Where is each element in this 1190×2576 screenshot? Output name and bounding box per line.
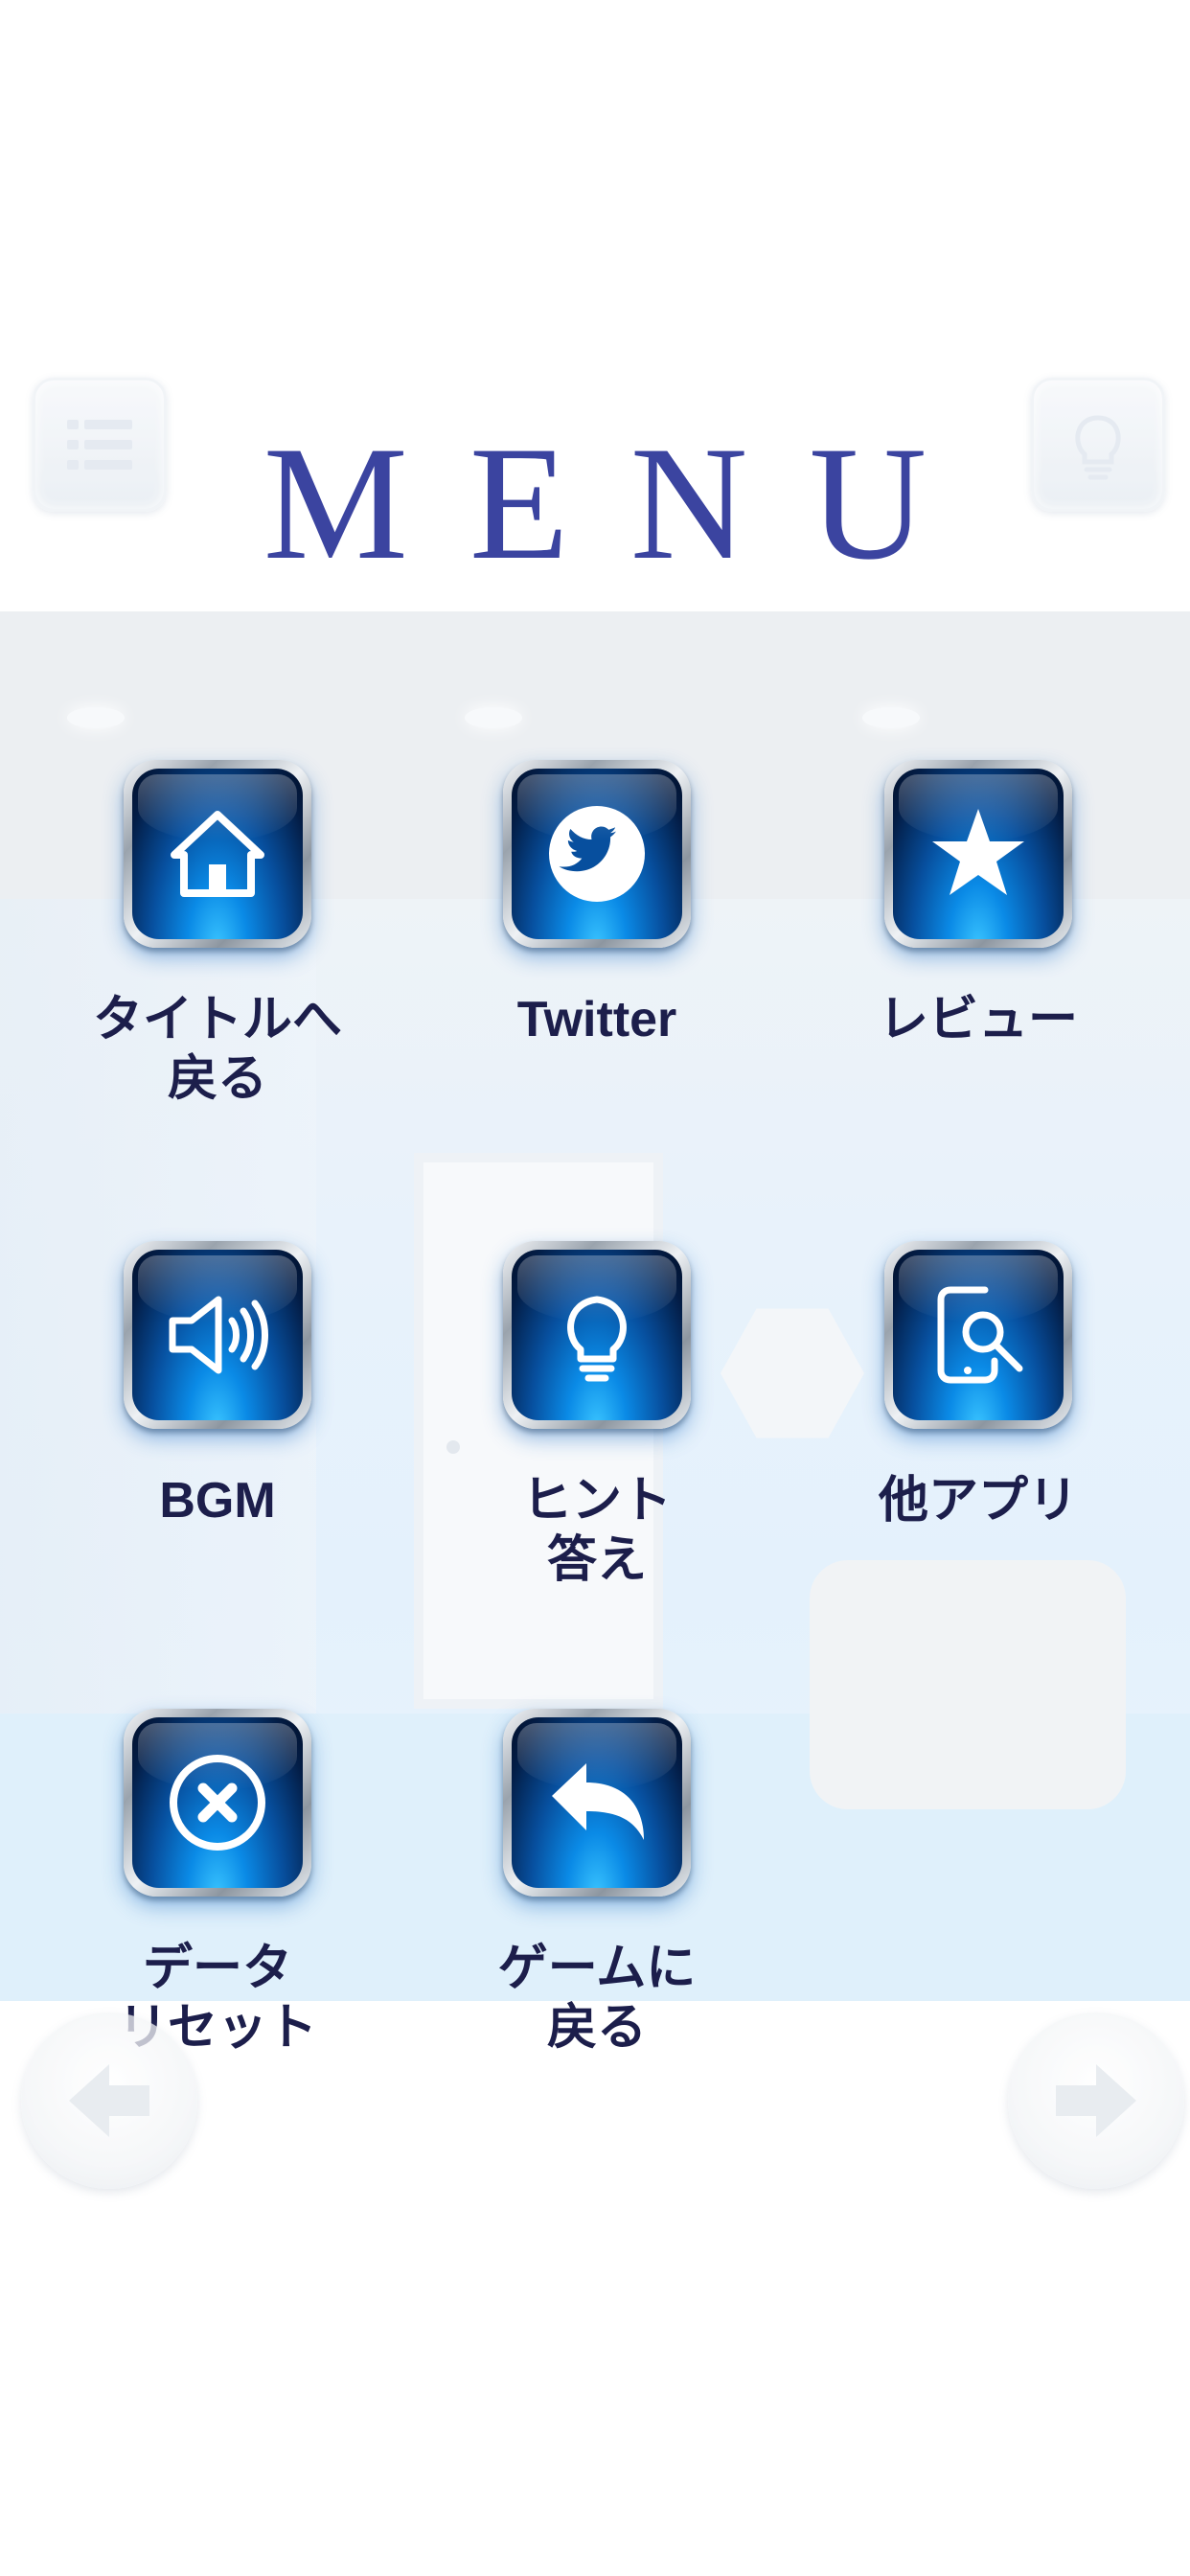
background-lamp [67, 707, 125, 728]
home-icon [171, 811, 264, 897]
arrow-left-icon [69, 2064, 149, 2137]
background-lamp [465, 707, 522, 728]
menu-item-label: タイトルへ 戻る [92, 992, 342, 1107]
menu-item-label: ゲームに 戻る [497, 1941, 697, 2056]
previous-button[interactable] [21, 2012, 197, 2189]
menu-item-back-to-game[interactable]: ゲームに 戻る [439, 1709, 755, 2058]
menu-item-button[interactable] [503, 1709, 691, 1897]
menu-item-label: レビュー [878, 992, 1078, 1047]
menu-item-button[interactable] [124, 1709, 311, 1897]
twitter-icon [549, 806, 645, 902]
menu-item-face [132, 1717, 303, 1888]
menu-item-data-reset[interactable]: データ リセット [59, 1709, 376, 2058]
menu-item-face [132, 769, 303, 939]
menu-item-button[interactable] [503, 760, 691, 948]
phone-search-icon [937, 1286, 1023, 1384]
menu-item-button[interactable] [884, 760, 1072, 948]
background-lamp [862, 707, 920, 728]
menu-item-label: 他アプリ [878, 1473, 1078, 1529]
arrow-right-icon [1056, 2064, 1136, 2137]
return-arrow-icon [552, 1763, 644, 1840]
menu-item-button[interactable] [124, 760, 311, 948]
next-button[interactable] [1008, 2012, 1184, 2189]
menu-item-label: ヒント 答え [521, 1473, 672, 1588]
menu-item-review[interactable]: レビュー [820, 760, 1136, 1049]
speaker-icon [169, 1296, 268, 1374]
menu-item-face [893, 1250, 1064, 1420]
menu-item-hint[interactable]: ヒント 答え [439, 1241, 755, 1590]
menu-item-face [512, 1250, 682, 1420]
menu-item-button[interactable] [503, 1241, 691, 1429]
menu-item-bgm[interactable]: BGM [59, 1241, 376, 1530]
menu-item-face [132, 1250, 303, 1420]
lightbulb-icon [567, 1296, 627, 1382]
menu-item-label: BGM [159, 1473, 276, 1529]
star-icon [932, 809, 1024, 895]
menu-item-button[interactable] [884, 1241, 1072, 1429]
menu-item-label: Twitter [516, 992, 677, 1047]
background-couch [810, 1560, 1126, 1809]
menu-item-face [512, 1717, 682, 1888]
menu-item-other-apps[interactable]: 他アプリ [820, 1241, 1136, 1530]
menu-item-title[interactable]: タイトルへ 戻る [59, 760, 376, 1109]
page-title: MENU [263, 413, 989, 593]
close-circle-icon [170, 1755, 265, 1851]
menu-item-face [512, 769, 682, 939]
menu-item-face [893, 769, 1064, 939]
menu-item-button[interactable] [124, 1241, 311, 1429]
menu-item-twitter[interactable]: Twitter [439, 760, 755, 1049]
